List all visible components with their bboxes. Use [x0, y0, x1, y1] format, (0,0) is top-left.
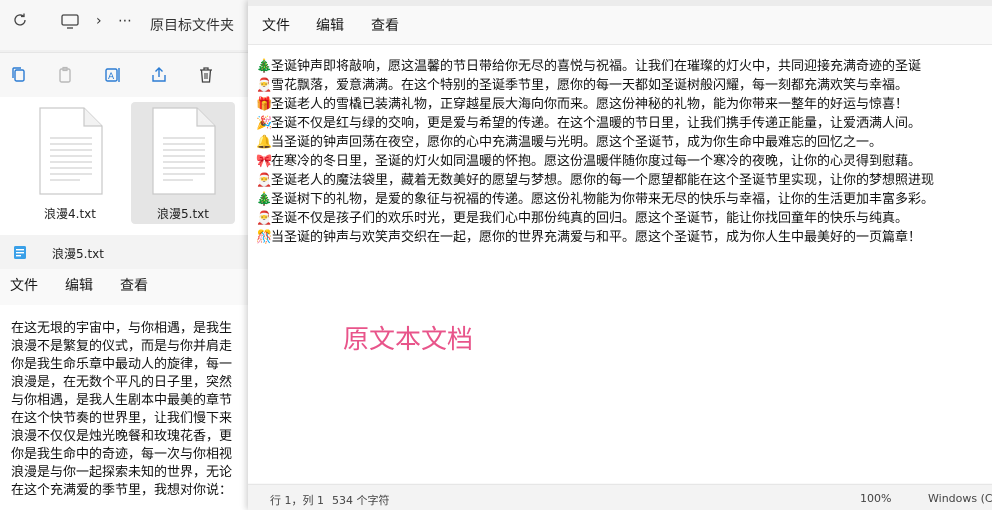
- text-editor[interactable]: 🎄圣诞钟声即将敲响，愿这温馨的节日带给你无尽的喜悦与祝福。让我们在璀璨的灯火中，…: [248, 44, 992, 483]
- char-count: 534 个字符: [332, 494, 390, 507]
- text-line: 🎄圣诞钟声即将敲响，愿这温馨的节日带给你无尽的喜悦与祝福。让我们在璀璨的灯火中，…: [256, 59, 922, 74]
- emoji-icon: 🔔: [256, 135, 273, 150]
- emoji-icon: 🎄: [256, 192, 273, 207]
- notepad-window-left: 浪漫5.txt 文件 编辑 查看 在这无垠的宇宙中，与你相遇，是我生 浪漫不是繁…: [0, 235, 250, 510]
- text-line: 在这个快节奏的世界里，让我们慢下来: [11, 411, 233, 426]
- text-line: 浪漫是与你一起探索未知的世界，无论: [11, 465, 233, 480]
- emoji-icon: 🎅: [256, 211, 273, 226]
- svg-text:A: A: [108, 72, 115, 82]
- emoji-icon: 🎊: [256, 230, 273, 245]
- text-editor[interactable]: 在这无垠的宇宙中，与你相遇，是我生 浪漫不是繁复的仪式，而是与你并肩走 你是我生…: [0, 305, 250, 510]
- text-line: 与你相遇，是我人生剧本中最美的章节: [11, 393, 233, 408]
- notepad-window-right: 文件 编辑 查看 🎄圣诞钟声即将敲响，愿这温馨的节日带给你无尽的喜悦与祝福。让我…: [248, 0, 992, 510]
- cursor-position: 行 1，列 1: [270, 494, 324, 507]
- text-file-icon: [39, 107, 103, 195]
- explorer-toolbar: A: [0, 52, 250, 98]
- file-explorer: › ⋯ 原目标文件夹 A 浪漫4.txt 浪漫5.txt: [0, 0, 250, 235]
- emoji-icon: 🎀: [256, 154, 273, 169]
- text-line: 🎉圣诞不仅是红与绿的交响，更是爱与希望的传递。在这个温暖的节日里，让我们携手传递…: [256, 116, 922, 131]
- breadcrumb-folder[interactable]: 原目标文件夹: [150, 15, 234, 35]
- refresh-icon[interactable]: [12, 12, 28, 32]
- file-item[interactable]: 浪漫4.txt: [18, 102, 122, 224]
- text-line: 在这个充满爱的季节里，我想对你说：: [11, 483, 233, 498]
- file-name: 浪漫4.txt: [44, 207, 96, 221]
- file-item[interactable]: 浪漫5.txt: [131, 102, 235, 224]
- line-ending[interactable]: Windows (C: [928, 492, 992, 505]
- text-line: 浪漫是，在无数个平凡的日子里，突然: [11, 375, 233, 390]
- computer-icon[interactable]: [60, 13, 80, 35]
- text-line: 🎄圣诞树下的礼物，是爱的象征与祝福的传递。愿这份礼物能为你带来无尽的快乐与幸福，…: [256, 192, 935, 207]
- emoji-icon: 🎅: [256, 78, 273, 93]
- text-line: 🎅圣诞老人的魔法袋里，藏着无数美好的愿望与梦想。愿你的每一个愿望都能在这个圣诞节…: [256, 173, 935, 188]
- file-list: 浪漫4.txt 浪漫5.txt: [0, 97, 250, 235]
- zoom-level[interactable]: 100%: [860, 492, 891, 505]
- title-bar: 浪漫5.txt: [0, 235, 250, 269]
- text-line: 你是我生命中的奇迹，每一次与你相视: [11, 447, 233, 462]
- text-line: 🎅圣诞不仅是孩子们的欢乐时光，更是我们心中那份纯真的回归。愿这个圣诞节，能让你找…: [256, 211, 909, 226]
- text-line: 🎊当圣诞的钟声与欢笑声交织在一起，愿你的世界充满爱与和平。愿这个圣诞节，成为你人…: [256, 230, 922, 245]
- window-title: 浪漫5.txt: [52, 247, 104, 261]
- menu-view[interactable]: 查看: [120, 275, 148, 295]
- breadcrumb-chevron-icon: ›: [96, 13, 102, 29]
- emoji-icon: 🎄: [256, 59, 273, 74]
- file-name: 浪漫5.txt: [157, 207, 209, 221]
- menu-view[interactable]: 查看: [371, 15, 399, 35]
- share-icon[interactable]: [149, 65, 169, 85]
- text-file-icon: [152, 107, 216, 195]
- emoji-icon: 🎉: [256, 116, 273, 131]
- text-line: 🎁圣诞老人的雪橇已装满礼物，正穿越星辰大海向你而来。愿这份神秘的礼物，能为你带来…: [256, 97, 909, 112]
- menu-file[interactable]: 文件: [262, 15, 290, 35]
- menu-bar: 文件 编辑 查看: [248, 6, 992, 42]
- copy-icon[interactable]: [9, 65, 29, 85]
- text-line: 浪漫不是繁复的仪式，而是与你并肩走: [11, 339, 233, 354]
- menu-file[interactable]: 文件: [10, 275, 38, 295]
- annotation-label: 原文本文档: [343, 325, 474, 355]
- paste-icon[interactable]: [55, 65, 75, 85]
- text-line: 🎀在寒冷的冬日里，圣诞的灯火如同温暖的怀抱。愿这份温暖伴随你度过每一个寒冷的夜晚…: [256, 154, 922, 169]
- text-line: 你是我生命乐章中最动人的旋律，每一: [11, 357, 233, 372]
- text-line: 在这无垠的宇宙中，与你相遇，是我生: [11, 321, 233, 336]
- address-bar: › ⋯ 原目标文件夹: [0, 0, 250, 50]
- menu-bar: 文件 编辑 查看: [0, 271, 250, 299]
- menu-edit[interactable]: 编辑: [316, 15, 344, 35]
- emoji-icon: 🎅: [256, 173, 273, 188]
- menu-edit[interactable]: 编辑: [65, 275, 93, 295]
- delete-icon[interactable]: [196, 65, 216, 85]
- text-line: 🎅雪花飘落，爱意满满。在这个特别的圣诞季节里，愿你的每一天都如圣诞树般闪耀，每一…: [256, 78, 909, 93]
- text-line: 浪漫不仅仅是烛光晚餐和玫瑰花香，更: [11, 429, 233, 444]
- notepad-icon: [12, 244, 28, 264]
- breadcrumb-overflow-button[interactable]: ⋯: [118, 13, 132, 29]
- emoji-icon: 🎁: [256, 97, 273, 112]
- text-line: 🔔当圣诞的钟声回荡在夜空，愿你的心中充满温暖与光明。愿这个圣诞节，成为你生命中最…: [256, 135, 883, 150]
- status-bar: 行 1，列 1 534 个字符 100% Windows (C: [248, 484, 992, 510]
- rename-icon[interactable]: A: [103, 65, 123, 85]
